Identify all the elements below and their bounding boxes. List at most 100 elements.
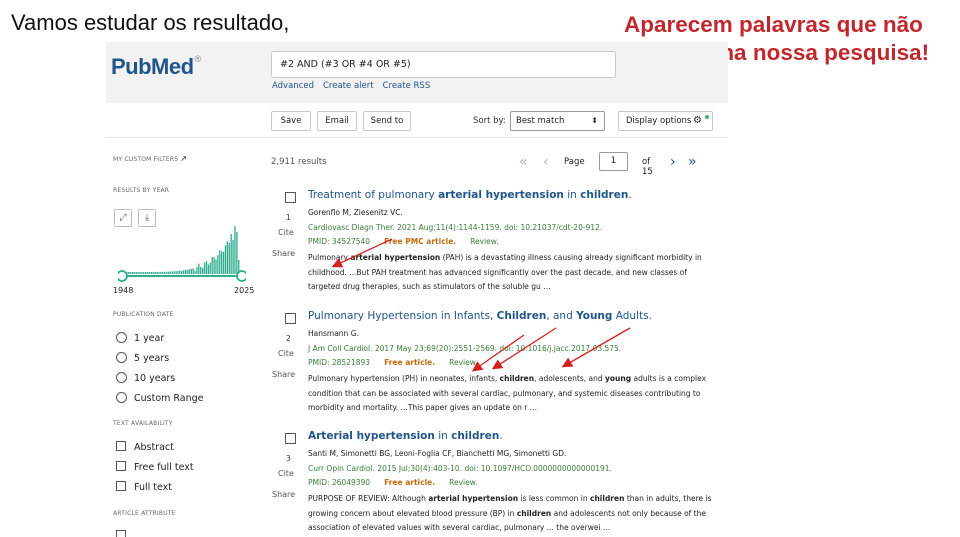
next-page-icon[interactable]: › bbox=[670, 152, 676, 172]
histogram-bar bbox=[192, 268, 194, 274]
last-page-icon[interactable]: » bbox=[688, 152, 697, 172]
result-title[interactable]: Treatment of pulmonary arterial hyperten… bbox=[308, 189, 728, 201]
up-down-icon: ⬍ bbox=[591, 116, 598, 125]
result-number: 1 bbox=[286, 213, 291, 222]
radio-icon bbox=[116, 372, 127, 383]
advanced-link[interactable]: Advanced bbox=[272, 81, 314, 91]
result-meta: PMID: 26049390 Free article. Review. bbox=[308, 478, 478, 487]
display-options-button[interactable]: Display options ⚙ bbox=[618, 111, 713, 131]
email-button[interactable]: Email bbox=[317, 111, 357, 131]
histogram-bar bbox=[211, 256, 213, 274]
external-link-icon: ↗ bbox=[180, 154, 188, 163]
pubmed-logo[interactable]: PubMed® bbox=[111, 54, 201, 80]
histogram-bar bbox=[188, 269, 191, 274]
histogram-bar bbox=[127, 272, 130, 274]
save-button[interactable]: Save bbox=[271, 111, 311, 131]
sort-value: Best match bbox=[516, 116, 565, 126]
year-end-label: 2025 bbox=[234, 286, 255, 295]
checkbox-icon[interactable] bbox=[116, 530, 126, 537]
histogram-bar bbox=[226, 241, 229, 274]
histogram-bar bbox=[202, 267, 204, 274]
result-title[interactable]: Arterial hypertension in children. bbox=[308, 430, 728, 442]
date-1-year[interactable]: 1 year bbox=[116, 332, 164, 346]
cite-button[interactable]: Cite bbox=[278, 349, 294, 358]
custom-filters-label[interactable]: MY CUSTOM FILTERS ↗ bbox=[113, 154, 187, 163]
year-start-label: 1948 bbox=[113, 286, 134, 295]
date-custom-range[interactable]: Custom Range bbox=[116, 392, 204, 406]
previous-page-icon[interactable]: ‹ bbox=[543, 152, 549, 172]
result-checkbox[interactable] bbox=[285, 433, 296, 444]
histogram-bar bbox=[169, 271, 172, 274]
filter-abstract[interactable]: Abstract bbox=[116, 441, 174, 455]
histogram-bar bbox=[152, 271, 154, 274]
result-authors: Santi M, Simonetti BG, Leoni-Foglia CF, … bbox=[308, 449, 567, 458]
send-to-button[interactable]: Send to bbox=[363, 111, 411, 131]
search-input[interactable]: #2 AND (#3 OR #4 OR #5) bbox=[271, 51, 616, 78]
cite-button[interactable]: Cite bbox=[278, 469, 294, 478]
histogram-bar bbox=[165, 271, 168, 274]
date-10-years[interactable]: 10 years bbox=[116, 372, 175, 386]
result-item: 3 Cite Share Arterial hypertension in ch… bbox=[271, 430, 726, 537]
slide-caption: Vamos estudar os resultado, bbox=[11, 10, 290, 35]
result-checkbox[interactable] bbox=[285, 192, 296, 203]
histogram-bar bbox=[217, 255, 219, 274]
free-article-badge: Free article. bbox=[384, 358, 436, 367]
histogram-bar bbox=[164, 271, 166, 274]
sort-by-label: Sort by: bbox=[473, 116, 506, 126]
cite-button[interactable]: Cite bbox=[278, 228, 294, 237]
histogram-bar bbox=[236, 232, 238, 274]
result-number: 3 bbox=[286, 454, 291, 463]
pmid: PMID: 26049390 bbox=[308, 478, 371, 487]
first-page-icon[interactable]: « bbox=[519, 152, 528, 172]
text-availability-label: TEXT AVAILABILITY bbox=[113, 420, 173, 427]
result-number: 2 bbox=[286, 334, 291, 343]
histogram-bar bbox=[228, 243, 230, 274]
result-checkbox[interactable] bbox=[285, 313, 296, 324]
page-input[interactable]: 1 bbox=[599, 152, 628, 171]
histogram-bar bbox=[177, 271, 179, 274]
pubmed-header: PubMed® #2 AND (#3 OR #4 OR #5) Advanced… bbox=[106, 42, 728, 103]
date-option-label: 10 years bbox=[134, 373, 176, 384]
logo-text: PubMed bbox=[111, 54, 194, 79]
result-snippet: PURPOSE OF REVIEW: Although arterial hyp… bbox=[308, 494, 712, 532]
histogram-bar bbox=[171, 271, 173, 274]
histogram-bar bbox=[181, 270, 183, 274]
histogram-bar bbox=[145, 271, 147, 274]
result-authors: Gorenflo M, Ziesenitz VC. bbox=[308, 208, 403, 217]
histogram-bar bbox=[137, 272, 139, 274]
histogram-bar bbox=[167, 271, 170, 274]
registered-mark: ® bbox=[194, 54, 202, 64]
result-meta: PMID: 28521893 Free article. Review. bbox=[308, 358, 478, 367]
sort-select[interactable]: Best match ⬍ bbox=[510, 111, 605, 131]
create-alert-link[interactable]: Create alert bbox=[323, 81, 374, 91]
results-by-year-histogram[interactable] bbox=[118, 210, 246, 282]
filter-free-full-text[interactable]: Free full text bbox=[116, 461, 194, 475]
histogram-bar bbox=[175, 271, 177, 274]
share-button[interactable]: Share bbox=[272, 249, 295, 258]
histogram-bar bbox=[213, 257, 215, 274]
histogram-bar bbox=[141, 272, 143, 274]
share-button[interactable]: Share bbox=[272, 370, 295, 379]
result-authors: Hansmann G. bbox=[308, 329, 359, 338]
timeline-end-handle bbox=[236, 270, 246, 282]
pmid: PMID: 28521893 bbox=[308, 358, 371, 367]
histogram-bar bbox=[221, 251, 223, 274]
page-label: Page bbox=[564, 157, 585, 167]
share-button[interactable]: Share bbox=[272, 490, 295, 499]
result-item: 2 Cite Share Pulmonary Hypertension in I… bbox=[271, 310, 726, 415]
histogram-bar bbox=[198, 263, 200, 274]
review-badge: Review. bbox=[449, 478, 478, 487]
radio-icon bbox=[116, 332, 127, 343]
review-badge: Review. bbox=[470, 237, 499, 246]
filter-full-text[interactable]: Full text bbox=[116, 481, 172, 495]
histogram-bar bbox=[194, 270, 196, 274]
radio-icon bbox=[116, 352, 127, 363]
checkbox-icon bbox=[116, 441, 126, 451]
result-title[interactable]: Pulmonary Hypertension in Infants, Child… bbox=[308, 310, 728, 322]
radio-icon bbox=[116, 392, 127, 403]
display-options-label: Display options bbox=[626, 116, 692, 126]
create-rss-link[interactable]: Create RSS bbox=[383, 81, 431, 91]
date-5-years[interactable]: 5 years bbox=[116, 352, 169, 366]
histogram-bar bbox=[135, 272, 137, 274]
histogram-bar bbox=[133, 272, 135, 274]
